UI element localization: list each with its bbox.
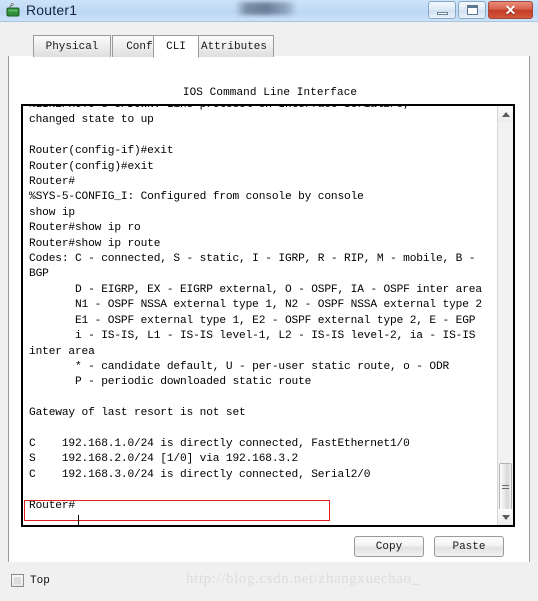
top-checkbox-label: Top: [30, 574, 50, 587]
top-checkbox[interactable]: [11, 574, 24, 587]
tab-strip: Physical Config CLI Attributes: [8, 35, 530, 58]
router-icon: [5, 2, 21, 19]
window-title: Router1: [26, 2, 78, 18]
tab-physical[interactable]: Physical: [33, 35, 111, 57]
tab-panel: IOS Command Line Interface %LINEPROTO-5-…: [8, 56, 530, 584]
scrollbar-thumb[interactable]: [499, 463, 512, 513]
router-cli-window: Router1 ✕ IOS Command Line Interface %LI…: [0, 0, 538, 601]
title-bar[interactable]: Router1 ✕: [0, 0, 538, 22]
scrollbar-grip-icon: [502, 485, 509, 491]
scroll-up-icon[interactable]: [498, 106, 513, 122]
top-checkbox-row[interactable]: Top: [11, 574, 50, 587]
maximize-icon: [466, 5, 478, 15]
scroll-down-icon[interactable]: [498, 509, 513, 525]
redacted-title-region: [235, 2, 297, 15]
maximize-button[interactable]: [458, 1, 486, 19]
close-button[interactable]: ✕: [488, 1, 533, 19]
close-icon: ✕: [504, 2, 517, 18]
watermark: http://blog.csdn.net/zhangxuechao_: [186, 571, 420, 587]
cli-terminal[interactable]: %LINEPROTO-5-UPDOWN: Line protocol on In…: [21, 104, 515, 527]
cli-output-text: %LINEPROTO-5-UPDOWN: Line protocol on In…: [29, 104, 482, 512]
paste-button[interactable]: Paste: [434, 536, 504, 557]
tab-attributes[interactable]: Attributes: [194, 35, 274, 57]
cli-heading: IOS Command Line Interface: [182, 87, 358, 99]
text-caret: [78, 515, 79, 525]
minimize-icon: [436, 11, 448, 15]
terminal-scrollbar[interactable]: [497, 106, 513, 525]
tab-cli[interactable]: CLI: [153, 35, 199, 58]
client-area: IOS Command Line Interface %LINEPROTO-5-…: [0, 22, 538, 584]
copy-button[interactable]: Copy: [354, 536, 424, 557]
minimize-button[interactable]: [428, 1, 456, 19]
